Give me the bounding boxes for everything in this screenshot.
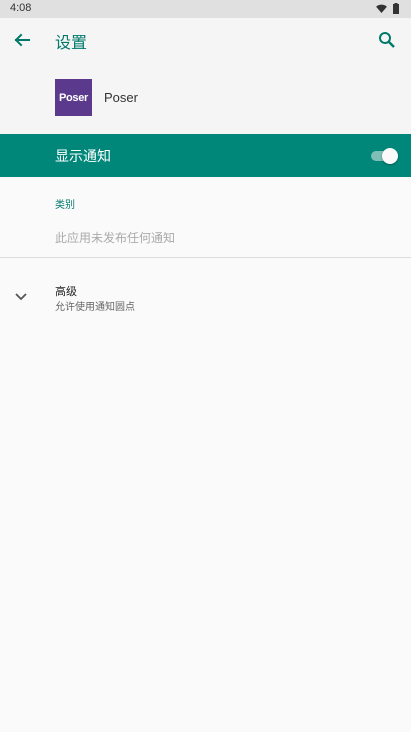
chevron-down-icon xyxy=(15,293,27,301)
advanced-title: 高级 xyxy=(55,285,77,298)
app-icon: Poser xyxy=(55,79,92,116)
toggle-thumb xyxy=(382,148,398,164)
empty-category-message: 此应用未发布任何通知 xyxy=(55,231,176,245)
advanced-summary: 允许使用通知圆点 xyxy=(55,302,135,313)
show-notifications-switch-bar[interactable]: 显示通知 xyxy=(0,134,411,177)
show-notifications-label: 显示通知 xyxy=(55,149,111,165)
search-button[interactable] xyxy=(373,26,401,54)
status-icons xyxy=(376,3,399,14)
search-icon xyxy=(379,32,395,48)
back-button[interactable] xyxy=(8,26,36,54)
arrow-left-icon xyxy=(14,33,30,47)
notifications-toggle[interactable] xyxy=(371,148,398,164)
advanced-row[interactable]: 高级 允许使用通知圆点 xyxy=(0,274,411,322)
wifi-icon xyxy=(376,4,387,13)
toolbar: 设置 xyxy=(0,18,411,62)
category-header: 类别 xyxy=(55,200,75,211)
divider xyxy=(0,257,411,258)
battery-icon xyxy=(393,3,399,14)
app-header: Poser Poser xyxy=(0,62,411,134)
page-title: 设置 xyxy=(55,33,88,52)
app-name: Poser xyxy=(104,90,138,105)
status-bar: 4:08 xyxy=(0,0,411,18)
status-time: 4:08 xyxy=(10,2,32,14)
